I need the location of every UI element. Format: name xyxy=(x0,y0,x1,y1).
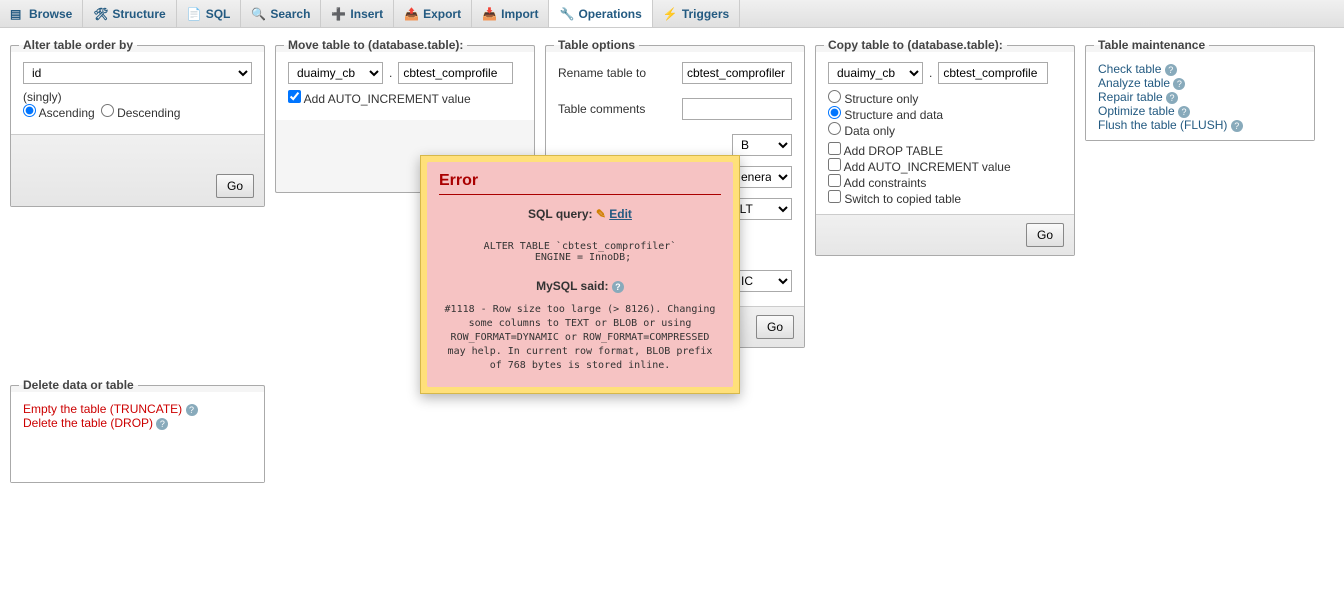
help-icon[interactable]: ? xyxy=(1166,92,1178,104)
alter-desc[interactable]: Descending xyxy=(101,104,181,120)
copy-struct-radio[interactable] xyxy=(828,90,841,103)
error-sql: ALTER TABLE `cbtest_comprofiler` ENGINE … xyxy=(439,241,721,263)
tab-label: Browse xyxy=(29,7,72,21)
tablist: ▤Browse 🛠Structure 📄SQL 🔍Search ➕Insert … xyxy=(0,0,1344,28)
copy-const-checkbox[interactable] xyxy=(828,174,841,187)
panel-maintenance: Table maintenance Check table ? Analyze … xyxy=(1085,38,1315,141)
alter-singly: (singly) xyxy=(23,90,252,104)
move-dot: . xyxy=(389,66,392,80)
copy-go-button[interactable]: Go xyxy=(1026,223,1064,247)
panel-copy: Copy table to (database.table): duaimy_c… xyxy=(815,38,1075,256)
tab-structure[interactable]: 🛠 Structure xyxy=(83,0,176,27)
alter-go-button[interactable]: Go xyxy=(216,174,254,198)
copy-auto[interactable]: Add AUTO_INCREMENT value xyxy=(828,160,1011,174)
panel-alter-legend: Alter table order by xyxy=(19,38,137,52)
tab-search[interactable]: 🔍 Search xyxy=(241,0,321,27)
options-collation-select[interactable]: enera xyxy=(732,166,792,188)
copy-dot: . xyxy=(929,66,932,80)
tab-operations[interactable]: 🔧 Operations xyxy=(549,0,652,27)
help-icon[interactable]: ? xyxy=(1231,120,1243,132)
alter-asc-radio[interactable] xyxy=(23,104,36,117)
copy-switch-checkbox[interactable] xyxy=(828,190,841,203)
pencil-icon: ✎ xyxy=(596,207,606,221)
export-icon: 📤 xyxy=(404,7,418,21)
error-edit-link[interactable]: Edit xyxy=(609,207,632,221)
error-message: #1118 - Row size too large (> 8126). Cha… xyxy=(439,303,721,373)
operations-icon: 🔧 xyxy=(559,7,573,21)
help-icon[interactable]: ? xyxy=(1173,78,1185,90)
move-auto-checkbox[interactable] xyxy=(288,90,301,103)
help-icon[interactable]: ? xyxy=(612,281,624,293)
copy-both-radio[interactable] xyxy=(828,106,841,119)
copy-data-radio[interactable] xyxy=(828,122,841,135)
move-table-input[interactable] xyxy=(398,62,513,84)
tab-label: Triggers xyxy=(682,7,729,21)
copy-struct-only[interactable]: Structure only xyxy=(828,92,918,106)
check-table-link[interactable]: Check table xyxy=(1098,62,1161,76)
optimize-table-link[interactable]: Optimize table xyxy=(1098,104,1175,118)
panel-move-legend: Move table to (database.table): xyxy=(284,38,467,52)
drop-link[interactable]: Delete the table (DROP) xyxy=(23,416,153,430)
options-rename-input[interactable] xyxy=(682,62,792,84)
copy-switch[interactable]: Switch to copied table xyxy=(828,192,961,206)
tab-insert[interactable]: ➕ Insert xyxy=(321,0,394,27)
panel-alter: Alter table order by id (singly) Ascendi… xyxy=(10,38,265,207)
options-comments-input[interactable] xyxy=(682,98,792,120)
tab-triggers[interactable]: ⚡ Triggers xyxy=(653,0,740,27)
help-icon[interactable]: ? xyxy=(1178,106,1190,118)
copy-data-only[interactable]: Data only xyxy=(828,124,895,138)
import-icon: 📥 xyxy=(482,7,496,21)
search-icon: 🔍 xyxy=(251,7,265,21)
tab-label: Import xyxy=(501,7,538,21)
tab-label: SQL xyxy=(206,7,231,21)
error-sqlq-label: SQL query: xyxy=(528,207,592,221)
options-comments-label: Table comments xyxy=(558,102,645,116)
tab-sql[interactable]: 📄 SQL xyxy=(177,0,242,27)
copy-drop-checkbox[interactable] xyxy=(828,142,841,155)
error-said-label: MySQL said: xyxy=(536,279,608,293)
move-auto[interactable]: Add AUTO_INCREMENT value xyxy=(288,90,471,106)
copy-table-input[interactable] xyxy=(938,62,1048,84)
triggers-icon: ⚡ xyxy=(663,7,677,21)
panel-maint-legend: Table maintenance xyxy=(1094,38,1209,52)
tab-browse[interactable]: ▤ Browse xyxy=(0,0,83,27)
analyze-table-link[interactable]: Analyze table xyxy=(1098,76,1170,90)
alter-field-select[interactable]: id xyxy=(23,62,252,84)
tab-import[interactable]: 📥 Import xyxy=(472,0,549,27)
tab-export[interactable]: 📤 Export xyxy=(394,0,472,27)
panel-delete: Delete data or table Empty the table (TR… xyxy=(10,378,265,483)
panel-options-legend: Table options xyxy=(554,38,639,52)
tab-label: Insert xyxy=(350,7,383,21)
copy-const[interactable]: Add constraints xyxy=(828,176,926,190)
error-title: Error xyxy=(439,172,721,195)
tab-label: Search xyxy=(270,7,310,21)
tab-label: Operations xyxy=(578,7,641,21)
repair-table-link[interactable]: Repair table xyxy=(1098,90,1163,104)
help-icon[interactable]: ? xyxy=(156,418,168,430)
browse-icon: ▤ xyxy=(10,7,24,21)
move-db-select[interactable]: duaimy_cb xyxy=(288,62,383,84)
copy-struct-data[interactable]: Structure and data xyxy=(828,108,943,122)
options-engine-select[interactable]: B xyxy=(732,134,792,156)
alter-desc-radio[interactable] xyxy=(101,104,114,117)
panel-copy-legend: Copy table to (database.table): xyxy=(824,38,1007,52)
insert-icon: ➕ xyxy=(331,7,345,21)
flush-table-link[interactable]: Flush the table (FLUSH) xyxy=(1098,118,1227,132)
alter-asc[interactable]: Ascending xyxy=(23,104,95,120)
tab-label: Export xyxy=(423,7,461,21)
tab-label: Structure xyxy=(112,7,165,21)
copy-db-select[interactable]: duaimy_cb xyxy=(828,62,923,84)
sql-icon: 📄 xyxy=(187,7,201,21)
options-rename-label: Rename table to xyxy=(558,66,646,80)
copy-auto-checkbox[interactable] xyxy=(828,158,841,171)
copy-drop[interactable]: Add DROP TABLE xyxy=(828,144,943,158)
help-icon[interactable]: ? xyxy=(186,404,198,416)
truncate-link[interactable]: Empty the table (TRUNCATE) xyxy=(23,402,182,416)
error-modal: Error SQL query: ✎ Edit ALTER TABLE `cbt… xyxy=(420,155,740,394)
options-go-button[interactable]: Go xyxy=(756,315,794,339)
help-icon[interactable]: ? xyxy=(1165,64,1177,76)
panel-delete-legend: Delete data or table xyxy=(19,378,138,392)
structure-icon: 🛠 xyxy=(93,7,107,21)
